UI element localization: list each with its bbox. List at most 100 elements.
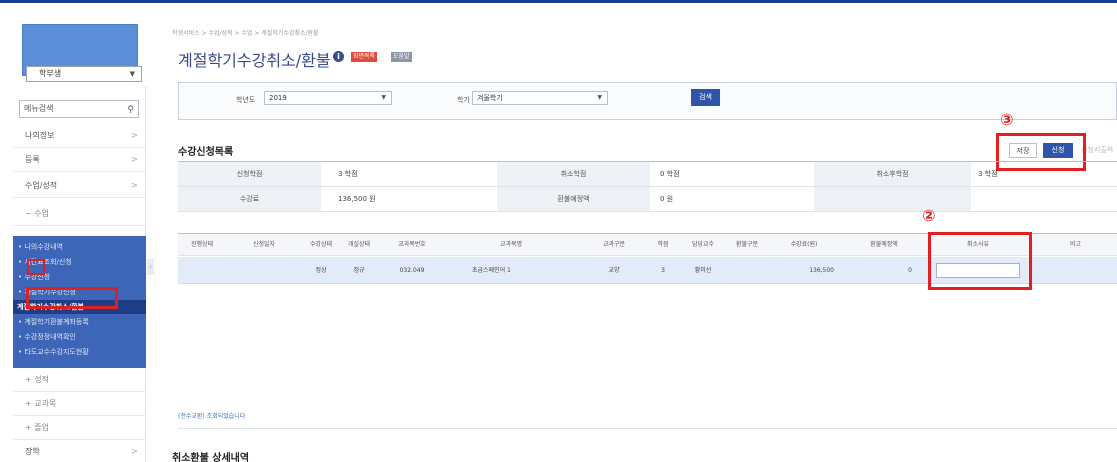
- term-select[interactable]: 겨울학기 ▼: [472, 91, 608, 105]
- summary-value: 3 학점: [978, 170, 998, 178]
- summary-value: 0 원: [660, 195, 674, 203]
- search-icon[interactable]: ⚲: [127, 102, 134, 118]
- year-label: 학년도: [236, 96, 256, 104]
- chevron-down-icon: ▼: [597, 94, 602, 101]
- year-select[interactable]: 2019 ▼: [264, 91, 392, 105]
- sidebar-item-label: 졸업: [34, 423, 49, 432]
- search-button[interactable]: 검색: [691, 89, 720, 106]
- student-type-value: 학부생: [39, 69, 62, 78]
- summary-label: 환불예정액: [497, 187, 650, 211]
- submenu-item-refund-account[interactable]: • 계절학기환불계좌등록: [18, 317, 89, 327]
- help-badge[interactable]: 도움말: [391, 52, 412, 62]
- summary-label: 취소학점: [497, 162, 650, 186]
- grid-header-cell: 진행상태: [190, 241, 214, 248]
- highlight-box-menu: [26, 287, 118, 309]
- term-value: 겨울학기: [477, 94, 503, 102]
- chevron-right-icon: >: [130, 131, 138, 141]
- sidebar-item-course[interactable]: − 수업: [13, 202, 146, 226]
- submenu-item-change-history[interactable]: • 수강정정내역확인: [18, 332, 76, 342]
- sidebar-item-myinfo[interactable]: 나의정보 >: [13, 124, 146, 148]
- grid-cell: 0: [908, 267, 912, 274]
- refund-detail-title: 취소환불 상세내역: [172, 453, 250, 462]
- top-bar: [0, 0, 1117, 3]
- grid-cell: 136,500: [809, 267, 834, 274]
- grid-header-cell: 교과목번호: [398, 241, 426, 248]
- chevron-right-icon: >: [130, 447, 138, 457]
- submenu-item-advisor-status[interactable]: • 타도교수수강지도현황: [18, 347, 89, 357]
- highlight-box-enroll: [27, 259, 45, 275]
- sidebar-item-label: 수업: [34, 209, 49, 218]
- grid-cell: 032.049: [399, 267, 425, 274]
- submenu-item-my-courses[interactable]: • 나의수강내역: [18, 242, 63, 252]
- grid-header-cell: 학점: [657, 241, 669, 248]
- summary-row: 수강료 136,500 원 환불예정액 0 원: [178, 187, 1117, 212]
- summary-label: [814, 187, 971, 211]
- grid-header-cell: 수강상태: [309, 241, 333, 248]
- grid-cell: 황미선: [694, 267, 712, 274]
- chevron-right-icon: >: [130, 181, 138, 191]
- grid-header-cell: 담당교수: [691, 241, 715, 248]
- breadcrumb: 학생서비스 > 수업/성적 > 수업 > 계절학기수강취소/환불: [172, 30, 319, 37]
- menu-search-input[interactable]: 메뉴검색 ⚲: [19, 100, 139, 118]
- grid-header-cell: 비고: [1069, 241, 1082, 248]
- grid-cell: [178, 257, 226, 284]
- grid-header-cell: 교과구분: [602, 241, 626, 248]
- plus-icon: +: [25, 399, 32, 408]
- summary-label: 수강료: [178, 187, 321, 211]
- annotation-two: ②: [922, 206, 936, 225]
- grid-header-cell: 환불구분: [735, 241, 759, 248]
- sidebar-item-label: 나의정보: [25, 131, 55, 140]
- grid-header-cell: 수강료(원): [790, 241, 818, 248]
- summary-value: 0 학점: [660, 170, 680, 178]
- sidebar-item-course-grade[interactable]: 수업/성적 >: [13, 174, 146, 198]
- grid-header-cell: 환불예정액: [870, 241, 898, 248]
- screen-list-badge[interactable]: 화면목록: [351, 52, 378, 62]
- sidebar-item-label: 교과목: [34, 399, 57, 408]
- summary-value: 3 학점: [338, 170, 358, 178]
- sidebar-item-registration[interactable]: 등록 >: [13, 148, 146, 172]
- plus-icon: +: [25, 375, 32, 384]
- sidebar-item-label: 성적: [34, 375, 49, 384]
- summary-label: 신청학점: [178, 162, 321, 186]
- student-type-select[interactable]: 학부생 ▼: [26, 66, 142, 82]
- grid-cell: 3: [661, 267, 665, 274]
- grid-cell: [226, 257, 302, 284]
- sidebar: 학부생 ▼ 메뉴검색 ⚲ 나의정보 > 등록 > 수업/성적 > − 수업 • …: [13, 14, 146, 462]
- plus-icon: +: [25, 423, 32, 432]
- highlight-box-reason: [928, 232, 1032, 290]
- year-value: 2019: [269, 94, 287, 102]
- summary-label: 취소후학점: [814, 162, 971, 186]
- sidebar-item-label: 수업/성적: [25, 181, 58, 190]
- grid-cell: 교양: [608, 267, 620, 274]
- summary-table: 신청학점 3 학점 취소학점 0 학점 취소후학점 3 학점 수강료 136,5…: [178, 161, 1117, 212]
- enroll-list-title: 수강신청목록: [178, 147, 234, 158]
- grid-cell: 정규: [353, 267, 365, 274]
- sidebar-item-graduation[interactable]: + 졸업: [13, 416, 146, 440]
- grid-header-cell: 개설상태: [347, 241, 371, 248]
- grid-cell: 초급스페인어 1: [472, 267, 511, 274]
- page-title: 계절학기수강취소/환불: [178, 51, 331, 70]
- sidebar-item-subjects[interactable]: + 교과목: [13, 392, 146, 416]
- sidebar-item-grades[interactable]: + 성적: [13, 368, 146, 392]
- print-application-button[interactable]: 신청서출력: [1081, 143, 1117, 158]
- grid-cell: [1034, 257, 1117, 284]
- grid-header-cell: 신청일자: [252, 241, 276, 248]
- sidebar-item-label: 등록: [25, 155, 40, 164]
- chevron-right-icon: >: [130, 155, 138, 165]
- sidebar-collapse-handle[interactable]: ‹: [147, 259, 154, 275]
- chevron-down-icon: ▼: [381, 94, 386, 101]
- summary-value: [978, 187, 1117, 211]
- sidebar-item-scholarship[interactable]: 장학 >: [13, 440, 146, 462]
- summary-row: 신청학점 3 학점 취소학점 0 학점 취소후학점 3 학점: [178, 162, 1117, 187]
- grid-cell: [732, 257, 762, 284]
- sidebar-item-label: 장학: [25, 447, 40, 456]
- grid-status-text: (전수교환) 조회되었습니다: [178, 413, 246, 420]
- menu-search-placeholder: 메뉴검색: [24, 104, 54, 113]
- minus-icon: −: [25, 209, 32, 218]
- chevron-down-icon: ▼: [129, 70, 135, 78]
- info-icon[interactable]: i: [333, 51, 344, 62]
- term-label: 학기: [457, 96, 470, 104]
- profile-area: 학부생 ▼: [13, 14, 146, 86]
- grid-header-cell: 교과목명: [499, 241, 523, 248]
- grid-cell: 정상: [315, 267, 327, 274]
